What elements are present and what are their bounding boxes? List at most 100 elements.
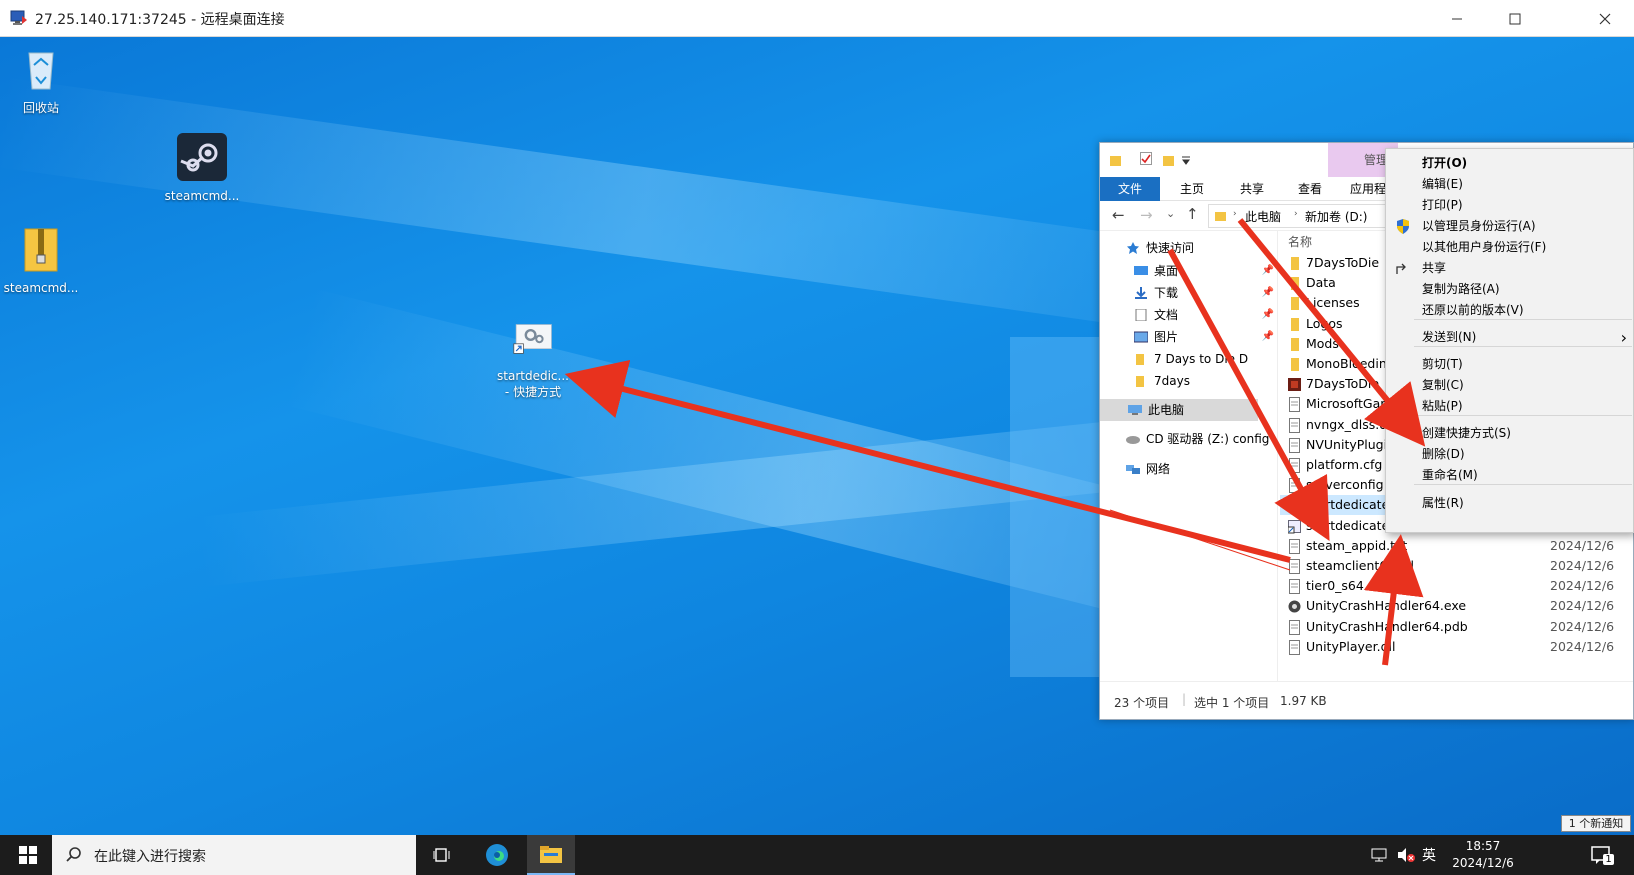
menu-item[interactable]: 以管理员身份运行(A) (1386, 216, 1634, 237)
menu-item[interactable]: 复制为路径(A) (1386, 279, 1634, 300)
file-icon (1288, 619, 1301, 635)
close-button[interactable] (1576, 0, 1634, 37)
file-row[interactable]: steam_appid.txt 2024/12/6 (1280, 536, 1633, 556)
folder-icon (1288, 256, 1301, 271)
menu-item[interactable]: 发送到(N) › (1386, 327, 1634, 348)
file-row[interactable]: steamclient64.dll 2024/12/6 (1280, 556, 1633, 576)
rdp-title-bar: 27.25.140.171:37245 - 远程桌面连接 (0, 0, 1634, 37)
tab-view[interactable]: 查看 (1280, 177, 1340, 201)
breadcrumb-drive-d[interactable]: 新加卷 (D:) (1305, 208, 1367, 225)
network-tray-icon[interactable] (1371, 847, 1389, 863)
desktop-icon-steamcmd[interactable]: steamcmd... (161, 133, 243, 203)
file-row[interactable]: UnityCrashHandler64.pdb 2024/12/6 (1280, 617, 1633, 637)
nav-documents[interactable]: 文档 📌 (1134, 304, 1274, 326)
menu-item[interactable]: 删除(D) (1386, 444, 1634, 465)
menu-item[interactable]: 创建快捷方式(S) (1386, 423, 1634, 444)
file-name: nvngx_dlss.dll (1306, 416, 1395, 432)
nav-this-pc[interactable]: 此电脑 (1100, 399, 1258, 421)
file-name: 7DaysToDie (1306, 255, 1380, 270)
maximize-button[interactable] (1486, 0, 1544, 37)
clock-date: 2024/12/6 (1452, 856, 1514, 870)
up-icon[interactable]: ↑ (1186, 205, 1199, 223)
nav-downloads[interactable]: 下载 📌 (1134, 282, 1274, 304)
remote-desktop-icon (10, 10, 27, 25)
tab-file[interactable]: 文件 (1100, 177, 1160, 201)
menu-item-label: 创建快捷方式(S) (1422, 426, 1511, 440)
star-icon (1127, 242, 1139, 254)
close-icon (1599, 13, 1611, 24)
file-row[interactable]: tier0_s64.dll 2024/12/6 (1280, 576, 1633, 596)
tab-share[interactable]: 共享 (1224, 177, 1280, 201)
column-header-name[interactable]: 名称 (1288, 233, 1312, 250)
pin-icon[interactable]: 📌 (1262, 282, 1274, 304)
pin-icon[interactable]: 📌 (1262, 260, 1274, 282)
folder-icon[interactable] (1110, 153, 1122, 167)
nav-7days-to-die-d[interactable]: 7 Days to Die D (1134, 348, 1274, 370)
menu-item[interactable]: 还原以前的版本(V) (1386, 300, 1634, 321)
status-divider: | (1182, 692, 1187, 706)
minimize-button[interactable] (1428, 0, 1486, 37)
menu-item[interactable]: 重命名(M) (1386, 465, 1634, 486)
file-name: UnityCrashHandler64.pdb (1306, 618, 1468, 634)
desktop-icon-steamcmd-zip[interactable]: steamcmd... (0, 225, 82, 295)
volume-muted-icon[interactable] (1396, 847, 1416, 863)
tab-home[interactable]: 主页 (1160, 177, 1224, 201)
menu-item[interactable]: 复制(C) (1386, 375, 1634, 396)
file-row[interactable]: UnityCrashHandler64.exe 2024/12/6 (1280, 596, 1633, 616)
menu-item[interactable]: 粘贴(P) (1386, 396, 1634, 417)
notification-center-button[interactable]: 1 (1590, 844, 1614, 866)
nav-desktop[interactable]: 桌面 📌 (1134, 260, 1274, 282)
nav-label: 网络 (1146, 462, 1171, 476)
computer-icon (1128, 405, 1142, 415)
menu-item[interactable]: 共享 (1386, 258, 1634, 279)
download-icon (1135, 287, 1147, 299)
desktop-icon-startdedicated-shortcut[interactable]: startdedic... - 快捷方式 (484, 323, 582, 400)
desktop-icon-label: steamcmd... (164, 189, 240, 203)
ime-indicator[interactable]: 英 (1422, 845, 1436, 865)
nav-pictures[interactable]: 图片 📌 (1134, 326, 1274, 348)
taskbar-file-explorer[interactable] (527, 835, 575, 875)
menu-item[interactable]: 剪切(T) (1386, 354, 1634, 375)
taskbar-clock[interactable]: 18:57 2024/12/6 (1448, 838, 1518, 872)
breadcrumb-this-pc[interactable]: 此电脑 (1245, 208, 1281, 225)
folder-icon (1136, 354, 1144, 365)
menu-item[interactable]: 编辑(E) (1386, 174, 1634, 195)
taskbar-search[interactable]: 在此键入进行搜索 (52, 835, 416, 875)
nav-quick-access[interactable]: 快速访问 (1126, 237, 1194, 259)
taskbar-edge[interactable] (473, 835, 521, 875)
menu-item[interactable]: 打开(O) (1386, 153, 1634, 174)
menu-item-label: 共享 (1422, 261, 1447, 275)
pin-icon[interactable]: 📌 (1262, 304, 1274, 326)
nav-label: 7 Days to Die D (1154, 352, 1249, 366)
pin-icon[interactable]: 📌 (1262, 326, 1274, 348)
file-row[interactable]: UnityPlayer.dll 2024/12/6 (1280, 637, 1633, 657)
clock-time: 18:57 (1465, 839, 1501, 853)
folder-icon (1288, 337, 1301, 352)
menu-item[interactable]: 打印(P) (1386, 195, 1634, 216)
nav-label: 图片 (1154, 330, 1179, 344)
taskbar: 在此键入进行搜索 英 18:57 2024/12/6 1 (0, 835, 1634, 875)
menu-item[interactable]: 以其他用户身份运行(F) (1386, 237, 1634, 258)
properties-icon[interactable] (1140, 152, 1153, 166)
forward-icon[interactable]: → (1140, 206, 1153, 224)
shield-icon (1397, 219, 1409, 234)
nav-label: 文档 (1154, 308, 1179, 322)
desktop-icon-label-line1: startdedic... (497, 369, 569, 383)
recycle-bin-icon (28, 52, 54, 90)
file-date: 2024/12/6 (1550, 598, 1615, 614)
start-button[interactable] (4, 835, 52, 875)
customize-toolbar-icon[interactable] (1182, 155, 1190, 165)
desktop-icon-recycle-bin[interactable]: 回收站 (0, 43, 82, 116)
file-icon (1288, 437, 1301, 453)
nav-network[interactable]: 网络 (1126, 458, 1170, 480)
nav-cd-drive[interactable]: CD 驱动器 (Z:) config (1126, 428, 1276, 450)
task-view-button[interactable] (418, 835, 466, 875)
search-icon (66, 847, 81, 862)
new-folder-icon[interactable] (1163, 153, 1175, 167)
search-placeholder: 在此键入进行搜索 (94, 849, 206, 865)
recent-locations-icon[interactable]: ⌄ (1166, 207, 1175, 220)
back-icon[interactable]: ← (1112, 206, 1125, 224)
menu-item[interactable]: 属性(R) (1386, 493, 1634, 514)
nav-label: 桌面 (1154, 264, 1179, 278)
nav-7days[interactable]: 7days (1134, 370, 1190, 392)
